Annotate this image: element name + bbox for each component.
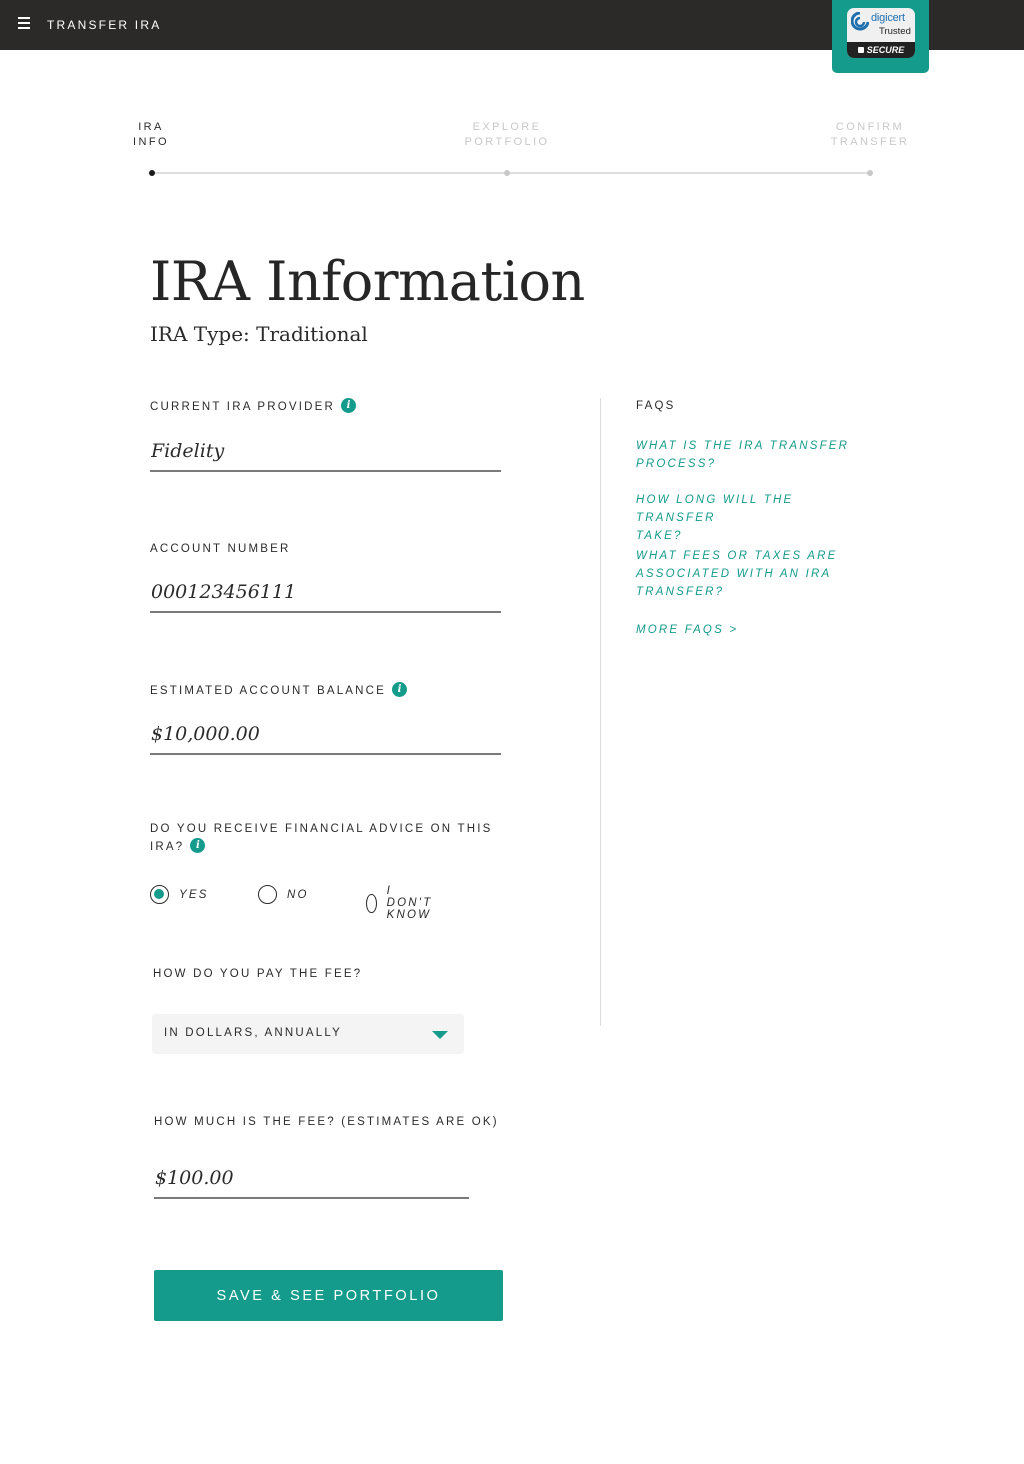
faq-1-line2: PROCESS? bbox=[636, 458, 717, 470]
badge-secure-bar: SECURE bbox=[847, 42, 915, 58]
badge-brand: digicert bbox=[871, 12, 905, 24]
faq-link-transfer-duration[interactable]: HOW LONG WILL THE TRANSFER TAKE? bbox=[636, 491, 876, 545]
advice-info-icon[interactable]: i bbox=[190, 838, 206, 854]
step-confirm-transfer[interactable]: CONFIRM TRANSFER bbox=[817, 120, 923, 150]
stepper-track bbox=[152, 172, 870, 174]
faq-link-transfer-process[interactable]: WHAT IS THE IRA TRANSFER PROCESS? bbox=[636, 437, 876, 473]
step-ira-info[interactable]: IRA INFO bbox=[121, 120, 181, 150]
provider-input[interactable] bbox=[150, 438, 501, 472]
advice-radio-no[interactable]: NO bbox=[258, 885, 309, 904]
radio-dont-know-label: I DON'T KNOW bbox=[386, 885, 433, 921]
provider-info-icon[interactable]: i bbox=[341, 398, 357, 414]
radio-no-circle[interactable] bbox=[258, 885, 277, 904]
radio-dont-know-circle[interactable] bbox=[366, 893, 377, 913]
ira-type-subtitle: IRA Type: Traditional bbox=[150, 322, 368, 346]
step-explore-portfolio[interactable]: EXPLORE PORTFOLIO bbox=[452, 120, 562, 150]
digicert-logo-icon bbox=[851, 12, 869, 31]
step-explore-portfolio-line2: PORTFOLIO bbox=[464, 136, 550, 148]
step-explore-portfolio-line1: EXPLORE bbox=[472, 121, 542, 133]
balance-label-row: ESTIMATED ACCOUNT BALANCE i bbox=[150, 682, 408, 700]
step-ira-info-line1: IRA bbox=[138, 121, 164, 133]
fee-amount-input[interactable] bbox=[154, 1165, 469, 1199]
radio-yes-label: YES bbox=[179, 888, 209, 901]
step-dot-confirm bbox=[867, 170, 873, 176]
balance-info-icon[interactable]: i bbox=[392, 682, 408, 698]
advice-label-line2: IRA? bbox=[150, 841, 185, 853]
more-faqs-link[interactable]: MORE FAQS > bbox=[636, 621, 876, 639]
advice-label: DO YOU RECEIVE FINANCIAL ADVICE ON THIS … bbox=[150, 820, 510, 856]
faq-2-line2: TAKE? bbox=[636, 530, 683, 542]
badge-secure-text: SECURE bbox=[866, 45, 905, 55]
save-see-portfolio-button[interactable]: SAVE & SEE PORTFOLIO bbox=[154, 1270, 503, 1321]
step-dot-explore bbox=[504, 170, 510, 176]
advice-label-line1: DO YOU RECEIVE FINANCIAL ADVICE ON THIS bbox=[150, 823, 493, 835]
fee-method-label: HOW DO YOU PAY THE FEE? bbox=[153, 968, 363, 980]
faq-link-fees-taxes[interactable]: WHAT FEES OR TAXES ARE ASSOCIATED WITH A… bbox=[636, 547, 876, 601]
radio-yes-circle[interactable] bbox=[150, 885, 169, 904]
fee-amount-label: HOW MUCH IS THE FEE? (ESTIMATES ARE OK) bbox=[154, 1116, 499, 1128]
hamburger-menu-icon[interactable] bbox=[18, 17, 30, 31]
balance-label: ESTIMATED ACCOUNT BALANCE bbox=[150, 685, 387, 697]
badge-seal: digicert Trusted SECURE bbox=[847, 8, 915, 58]
page-title: IRA Information bbox=[150, 250, 585, 313]
step-confirm-transfer-line1: CONFIRM bbox=[835, 121, 905, 133]
balance-input[interactable] bbox=[150, 721, 501, 755]
step-dot-active bbox=[149, 170, 155, 176]
faq-3-line2: ASSOCIATED WITH AN IRA bbox=[636, 568, 832, 580]
step-confirm-transfer-line2: TRANSFER bbox=[830, 136, 910, 148]
step-ira-info-line2: INFO bbox=[133, 136, 169, 148]
digicert-trust-badge[interactable]: digicert Trusted SECURE bbox=[832, 0, 929, 73]
advice-radio-yes[interactable]: YES bbox=[150, 885, 209, 904]
faq-3-line3: TRANSFER? bbox=[636, 586, 725, 598]
advice-radio-dont-know[interactable]: I DON'T KNOW bbox=[366, 885, 441, 921]
account-number-label: ACCOUNT NUMBER bbox=[150, 543, 291, 555]
provider-label: CURRENT IRA PROVIDER bbox=[150, 401, 336, 413]
faq-title: FAQS bbox=[636, 400, 676, 412]
radio-no-label: NO bbox=[287, 888, 309, 901]
badge-trusted: Trusted bbox=[879, 26, 911, 37]
caret-down-icon[interactable] bbox=[432, 1031, 448, 1039]
faq-3-line1: WHAT FEES OR TAXES ARE bbox=[636, 550, 838, 562]
app-title: TRANSFER IRA bbox=[47, 18, 162, 32]
faq-1-line1: WHAT IS THE IRA TRANSFER bbox=[636, 440, 850, 452]
column-divider bbox=[600, 398, 601, 1026]
faq-2-line1: HOW LONG WILL THE TRANSFER bbox=[636, 494, 794, 524]
fee-method-value: IN DOLLARS, ANNUALLY bbox=[164, 1027, 343, 1039]
provider-label-row: CURRENT IRA PROVIDER i bbox=[150, 398, 357, 416]
account-number-input[interactable] bbox=[150, 579, 501, 613]
fee-method-select[interactable]: IN DOLLARS, ANNUALLY bbox=[152, 1014, 464, 1054]
lock-icon bbox=[857, 47, 864, 53]
